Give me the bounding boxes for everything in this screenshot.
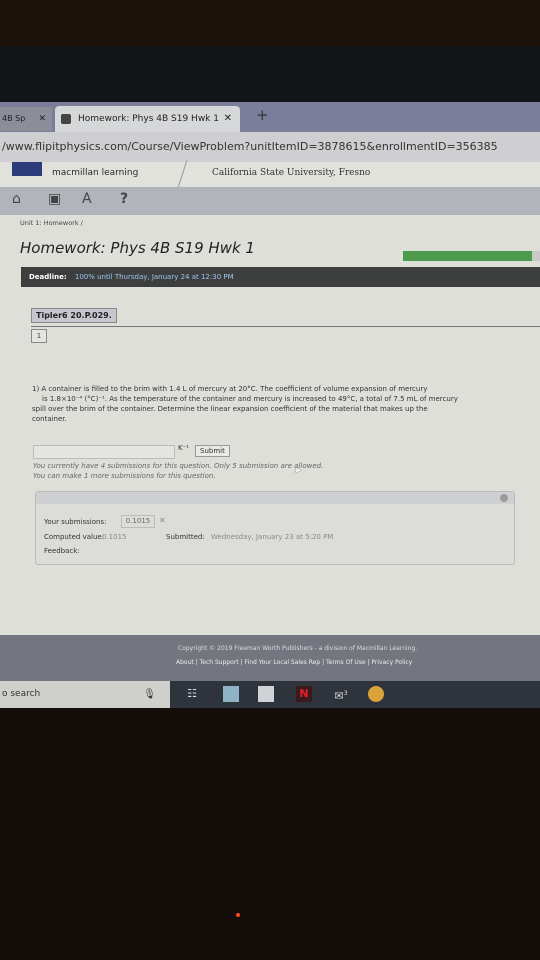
tab-homework[interactable]: Homework: Phys 4B S19 Hwk 1 ✕ [55, 106, 240, 132]
page-number-button[interactable]: 1 [31, 329, 47, 343]
page-footer: Copyright © 2019 Freeman Worth Publisher… [0, 635, 540, 681]
favicon-icon [61, 114, 71, 124]
taskbar-search[interactable]: o search 🎙 [0, 681, 170, 708]
tab-label: 4B Sp [2, 114, 26, 123]
submitted-label: Submitted: [166, 533, 205, 541]
problem-tab[interactable]: Tipler6 20.P.029. [31, 308, 117, 323]
feedback-label: Feedback: [44, 547, 80, 555]
icon-toolbar: ⌂ ▣ A ? [0, 187, 540, 215]
question-line: 1) A container is filled to the brim wit… [32, 385, 428, 393]
monitor-bezel-top [0, 0, 540, 46]
page-title: Homework: Phys 4B S19 Hwk 1 [20, 239, 255, 257]
calendar-icon[interactable]: ▣ [48, 191, 61, 207]
close-icon[interactable]: ✕ [38, 107, 46, 131]
submission-value[interactable]: 0.1015 [121, 515, 155, 528]
footer-link-privacy[interactable]: Privacy Policy [371, 659, 412, 666]
deadline-value: 100% until Thursday, January 24 at 12:30… [74, 273, 234, 281]
file-explorer-icon[interactable] [223, 686, 239, 702]
note-line: You currently have 4 submissions for thi… [33, 462, 324, 470]
brand-name: macmillan learning [52, 168, 139, 178]
question-line: container. [32, 415, 67, 423]
computed-value: 0.1015 [102, 533, 127, 541]
logo-icon[interactable] [12, 162, 42, 176]
tab-previous[interactable]: 4B Sp ✕ [0, 107, 52, 131]
site-header: macmillan learning California State Univ… [0, 160, 540, 188]
screen: 4B Sp ✕ Homework: Phys 4B S19 Hwk 1 ✕ + … [0, 102, 540, 708]
close-icon[interactable]: ✕ [224, 106, 232, 132]
footer-links: About | Tech Support | Find Your Local S… [176, 659, 413, 666]
your-submissions-label: Your submissions: [44, 518, 107, 526]
deadline-bar: Deadline: 100% until Thursday, January 2… [21, 267, 540, 287]
progress-bar [403, 251, 540, 261]
unit-label: K⁻¹ [178, 444, 190, 452]
submit-button[interactable]: Submit [195, 445, 230, 457]
tab-label: Homework: Phys 4B S19 Hwk 1 [78, 114, 219, 124]
question-line: is 1.8×10⁻⁴ (°C)⁻¹. As the temperature o… [42, 395, 458, 403]
deadline-label: Deadline: [29, 273, 67, 281]
footer-link-about[interactable]: About [176, 659, 194, 666]
tab-bar: 4B Sp ✕ Homework: Phys 4B S19 Hwk 1 ✕ + [0, 102, 540, 132]
netflix-icon[interactable]: N [296, 686, 312, 702]
submitted-value: Wednesday, January 23 at 5:20 PM [211, 533, 334, 541]
computed-label: Computed value: [44, 533, 105, 541]
mail-icon[interactable]: ✉3 [333, 686, 349, 703]
new-tab-icon[interactable]: + [256, 106, 269, 124]
submissions-panel: Your submissions: 0.1015 ✕ Computed valu… [35, 491, 515, 565]
copyright: Copyright © 2019 Freeman Worth Publisher… [178, 645, 418, 652]
submission-note: You currently have 4 submissions for thi… [33, 461, 323, 481]
help-icon[interactable]: ? [120, 191, 128, 207]
collapse-icon[interactable] [500, 494, 508, 502]
breadcrumb[interactable]: Unit 1: Homework / [20, 219, 83, 227]
footer-link-tech-support[interactable]: Tech Support [200, 659, 239, 666]
store-icon[interactable] [258, 686, 274, 702]
mail-badge: 3 [343, 690, 348, 697]
monitor-bezel-band [0, 46, 540, 102]
mouse-cursor-icon: ➤ [294, 466, 302, 476]
note-line: You can make 1 more submissions for this… [33, 472, 216, 480]
footer-link-terms[interactable]: Terms Of Use [326, 659, 366, 666]
chrome-icon[interactable] [368, 686, 384, 702]
gradebook-icon[interactable]: A [82, 191, 92, 207]
incorrect-icon: ✕ [159, 516, 166, 525]
panel-header [36, 492, 514, 504]
divider [177, 160, 188, 188]
search-placeholder: o search [2, 689, 41, 699]
progress-fill [403, 251, 532, 261]
university-name: California State University, Fresno [212, 168, 371, 178]
taskbar: o search 🎙 ☷ N ✉3 [0, 681, 540, 708]
address-bar[interactable]: /www.flipitphysics.com/Course/ViewProble… [0, 132, 540, 162]
question-text: 1) A container is filled to the brim wit… [32, 384, 540, 424]
divider [31, 326, 540, 327]
question-line: spill over the brim of the container. De… [32, 405, 428, 413]
microphone-icon[interactable]: 🎙 [143, 681, 156, 708]
home-icon[interactable]: ⌂ [12, 191, 21, 207]
answer-input[interactable] [33, 445, 175, 459]
footer-link-sales-rep[interactable]: Find Your Local Sales Rep [245, 659, 321, 666]
task-view-icon[interactable]: ☷ [184, 686, 200, 702]
keyboard-led [236, 913, 240, 917]
